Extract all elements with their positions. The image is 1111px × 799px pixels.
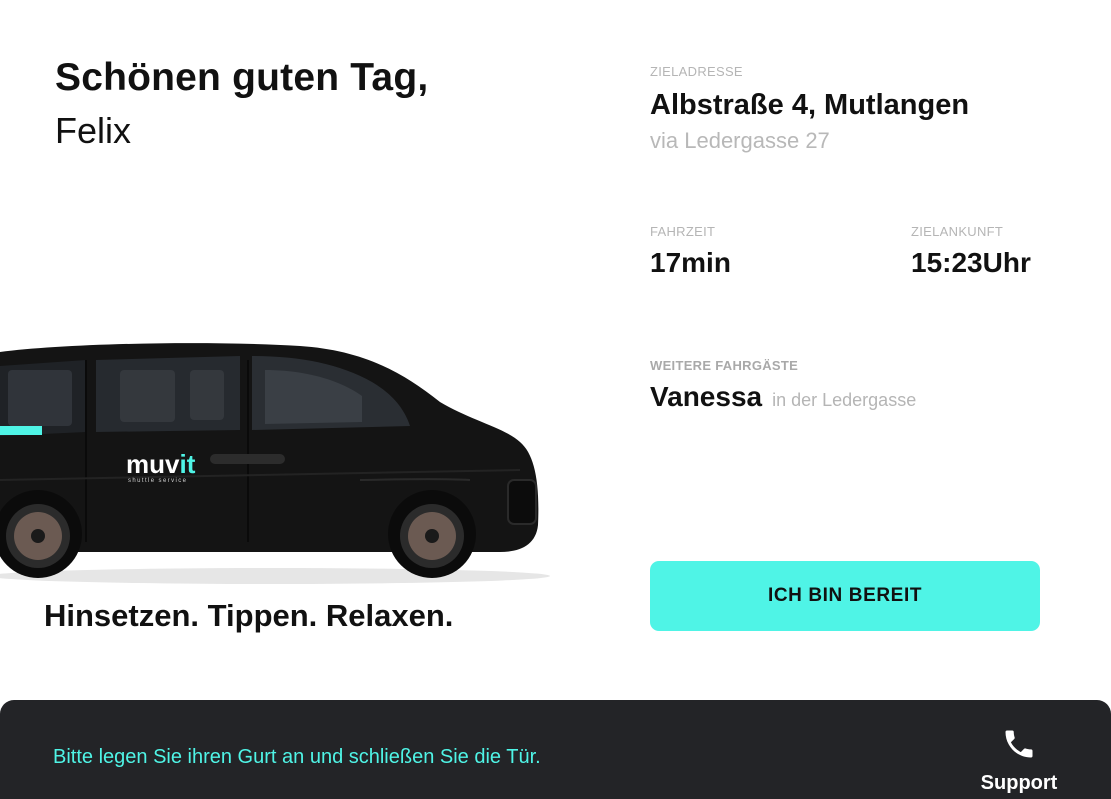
arrival-value: 15:23Uhr: [911, 247, 1031, 278]
shuttle-van-image: muvit shuttle service: [0, 343, 550, 584]
slogan: Hinsetzen. Tippen. Relaxen.: [44, 598, 454, 633]
phone-icon: [1005, 730, 1033, 758]
support-button[interactable]: Support: [970, 726, 1068, 796]
footer-bar: Bitte legen Sie ihren Gurt an und schlie…: [0, 700, 1111, 799]
greeting: Schönen guten Tag, Felix: [55, 56, 428, 152]
greeting-title: Schönen guten Tag,: [55, 56, 429, 99]
destination-address: Albstraße 4, Mutlangen: [650, 89, 970, 121]
co-passenger-name: Vanessa: [650, 381, 763, 412]
passenger-name: Felix: [55, 110, 132, 151]
support-label: Support: [980, 772, 1058, 794]
svg-text:shuttle service: shuttle service: [128, 478, 187, 484]
passenger-row: Vanessa in der Ledergasse: [650, 381, 916, 413]
passengers-label: WEITERE FAHRGÄSTE: [650, 358, 799, 373]
other-passengers: WEITERE FAHRGÄSTE Vanessa in der Lederga…: [650, 358, 916, 413]
svg-text:muvit: muvit: [126, 449, 196, 479]
destination-via: via Ledergasse 27: [650, 128, 830, 153]
arrival-label: ZIELANKUNFT: [911, 224, 1004, 239]
co-passenger-location: in der Ledergasse: [772, 390, 917, 410]
ready-button[interactable]: ICH BIN BEREIT: [650, 561, 1040, 631]
seatbelt-message: Bitte legen Sie ihren Gurt an und schlie…: [53, 746, 541, 768]
duration-label: FAHRZEIT: [650, 224, 716, 239]
duration-value: 17min: [650, 247, 731, 278]
destination-label: ZIELADRESSE: [650, 64, 743, 79]
trip-arrival: ZIELANKUNFT 15:23Uhr: [911, 224, 1031, 279]
destination-section: ZIELADRESSE Albstraße 4, Mutlangen via L…: [650, 64, 969, 154]
trip-duration: FAHRZEIT 17min: [650, 224, 731, 279]
